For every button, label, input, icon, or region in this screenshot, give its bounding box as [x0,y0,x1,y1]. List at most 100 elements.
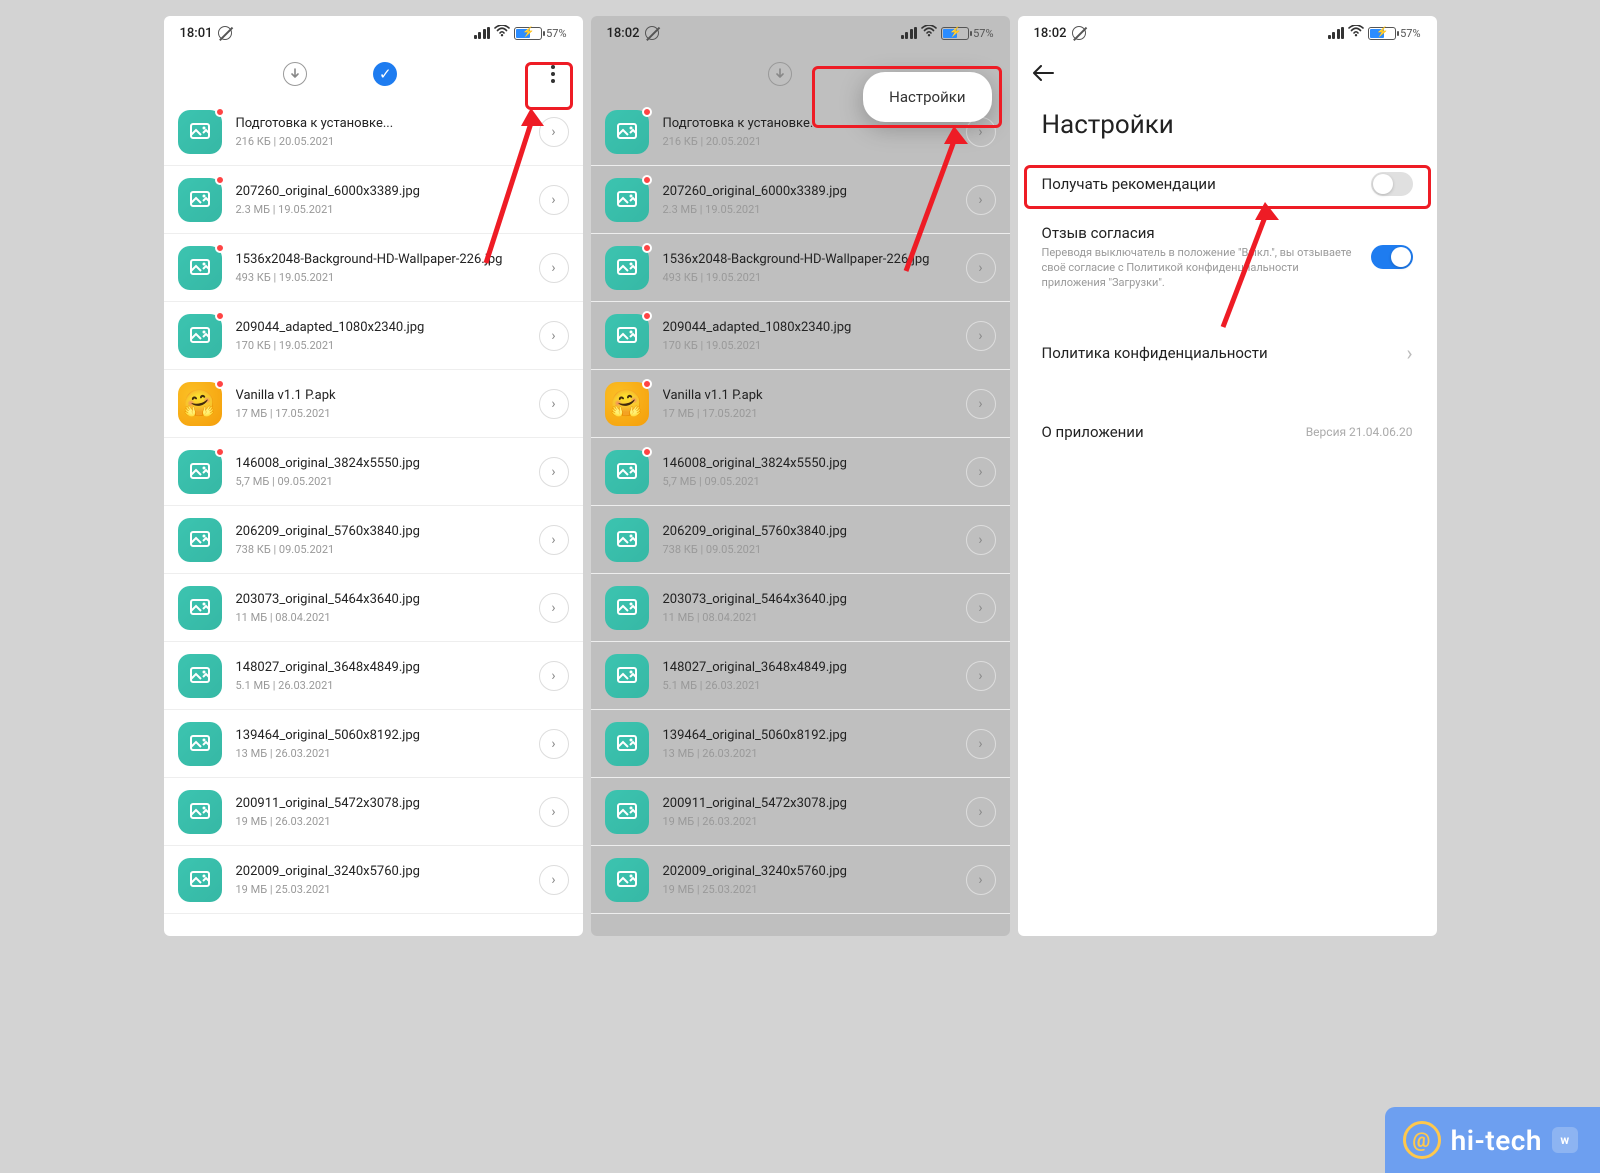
row-action-button[interactable]: › [966,593,996,623]
battery-icon: ⚡ [1368,27,1396,40]
watermark: @ hi-tech w [1385,1107,1600,1173]
chevron-right-icon: › [978,736,982,752]
vk-icon: w [1552,1127,1578,1153]
download-info: Подготовка к установке...216 КБ | 20.05.… [236,116,525,148]
filename: 200911_original_5472x3078.jpg [663,796,952,811]
wifi-icon [494,25,510,41]
filename: 148027_original_3648x4849.jpg [236,660,525,675]
at-icon: @ [1403,1121,1441,1159]
downloads-filter-button[interactable] [760,54,800,94]
setting-row-about[interactable]: О приложении Версия 21.04.06.20 [1018,409,1437,455]
download-row[interactable]: 139464_original_5060x8192.jpg13 МБ | 26.… [591,710,1010,778]
file-meta: 738 КБ | 09.05.2021 [236,543,525,556]
downloads-filter-button[interactable] [275,54,315,94]
download-row[interactable]: 207260_original_6000x3389.jpg2.3 МБ | 19… [164,166,583,234]
setting-row-consent[interactable]: Отзыв согласия Переводя выключатель в по… [1018,210,1437,305]
popup-item-settings[interactable]: Настройки [889,88,965,106]
row-action-button[interactable]: › [539,117,569,147]
image-thumbnail [178,858,222,902]
image-thumbnail [178,246,222,290]
filename: Vanilla v1.1 P.apk [663,388,952,403]
file-meta: 13 МБ | 26.03.2021 [663,747,952,760]
download-row[interactable]: 202009_original_3240x5760.jpg19 МБ | 25.… [164,846,583,914]
download-row[interactable]: 206209_original_5760x3840.jpg738 КБ | 09… [164,506,583,574]
filename: 203073_original_5464x3640.jpg [663,592,952,607]
row-action-button[interactable]: › [966,729,996,759]
download-row[interactable]: 146008_original_3824x5550.jpg5,7 МБ | 09… [164,438,583,506]
dnd-icon [1072,26,1086,40]
filename: 148027_original_3648x4849.jpg [663,660,952,675]
chevron-right-icon: › [551,600,555,616]
wifi-icon [921,25,937,41]
row-action-button[interactable]: › [539,389,569,419]
row-action-button[interactable]: › [539,185,569,215]
signal-icon [1328,27,1345,39]
download-row[interactable]: 1536x2048-Background-HD-Wallpaper-226.jp… [591,234,1010,302]
download-row[interactable]: Подготовка к установке...216 КБ | 20.05.… [164,98,583,166]
row-action-button[interactable]: › [539,253,569,283]
download-row[interactable]: 148027_original_3648x4849.jpg5.1 МБ | 26… [591,642,1010,710]
row-action-button[interactable]: › [966,185,996,215]
row-action-button[interactable]: › [966,457,996,487]
download-row[interactable]: 146008_original_3824x5550.jpg5,7 МБ | 09… [591,438,1010,506]
file-meta: 19 МБ | 26.03.2021 [663,815,952,828]
watermark-text: hi-tech [1451,1124,1542,1157]
download-row[interactable]: 200911_original_5472x3078.jpg 19 МБ | 26.… [591,778,1010,846]
setting-label: Получать рекомендации [1042,175,1359,193]
download-row[interactable]: 200911_original_5472x3078.jpg19 МБ | 26.… [164,778,583,846]
chevron-right-icon: › [551,532,555,548]
image-thumbnail [605,110,649,154]
setting-row-privacy[interactable]: Политика конфиденциальности › [1018,327,1437,379]
row-action-button[interactable]: › [539,321,569,351]
row-action-button[interactable]: › [539,729,569,759]
select-all-button[interactable]: ✓ [365,54,405,94]
row-action-button[interactable]: › [539,865,569,895]
filename: 200911_original_5472x3078.jpg [236,796,525,811]
toggle-consent[interactable] [1371,245,1413,269]
download-info: 209044_adapted_1080x2340.jpg170 КБ | 19.… [663,320,952,352]
row-action-button[interactable]: › [966,797,996,827]
picture-icon [188,188,212,212]
picture-icon [615,528,639,552]
back-button[interactable] [1032,62,1054,87]
new-dot-icon [642,311,652,321]
setting-row-recommendations[interactable]: Получать рекомендации [1018,158,1437,210]
download-row[interactable]: 206209_original_5760x3840.jpg738 КБ | 09… [591,506,1010,574]
download-row[interactable]: 139464_original_5060x8192.jpg 13 МБ | 26.… [164,710,583,778]
download-row[interactable]: 209044_adapted_1080x2340.jpg170 КБ | 19.… [164,302,583,370]
file-meta: 13 МБ | 26.03.2021 [236,747,525,760]
setting-label: Отзыв согласия [1042,224,1359,242]
picture-icon [188,324,212,348]
overflow-menu-button[interactable] [533,54,573,94]
row-action-button[interactable]: › [966,253,996,283]
row-action-button[interactable]: › [539,661,569,691]
row-action-button[interactable]: › [966,865,996,895]
download-row[interactable]: 🤗Vanilla v1.1 P.apk17 МБ | 17.05.2021› [591,370,1010,438]
download-row[interactable]: 203073_original_5464x3640.jpg11 МБ | 08.… [591,574,1010,642]
chevron-right-icon: › [551,192,555,208]
download-list-2: Подготовка к установке...216 КБ | 20.05.… [591,98,1010,936]
picture-icon [615,664,639,688]
picture-icon [188,868,212,892]
row-action-button[interactable]: › [966,525,996,555]
download-row[interactable]: 202009_original_3240x5760.jpg19 МБ | 25.… [591,846,1010,914]
toggle-recommendations[interactable] [1371,172,1413,196]
download-row[interactable]: 207260_original_6000x3389.jpg2.3 МБ | 19… [591,166,1010,234]
chevron-right-icon: › [978,668,982,684]
row-action-button[interactable]: › [966,389,996,419]
row-action-button[interactable]: › [539,457,569,487]
row-action-button[interactable]: › [966,661,996,691]
row-action-button[interactable]: › [539,525,569,555]
row-action-button[interactable]: › [539,593,569,623]
chevron-right-icon: › [978,192,982,208]
download-row[interactable]: 203073_original_5464x3640.jpg11 МБ | 08.… [164,574,583,642]
filename: 139464_original_5060x8192.jpg [236,728,525,743]
row-action-button[interactable]: › [966,321,996,351]
download-row[interactable]: 209044_adapted_1080x2340.jpg170 КБ | 19.… [591,302,1010,370]
download-row[interactable]: 🤗Vanilla v1.1 P.apk17 МБ | 17.05.2021› [164,370,583,438]
download-row[interactable]: 1536x2048-Background-HD-Wallpaper-226.jp… [164,234,583,302]
row-action-button[interactable]: › [539,797,569,827]
download-row[interactable]: 148027_original_3648x4849.jpg5.1 МБ | 26… [164,642,583,710]
file-meta: 2.3 МБ | 19.05.2021 [236,203,525,216]
picture-icon [188,596,212,620]
